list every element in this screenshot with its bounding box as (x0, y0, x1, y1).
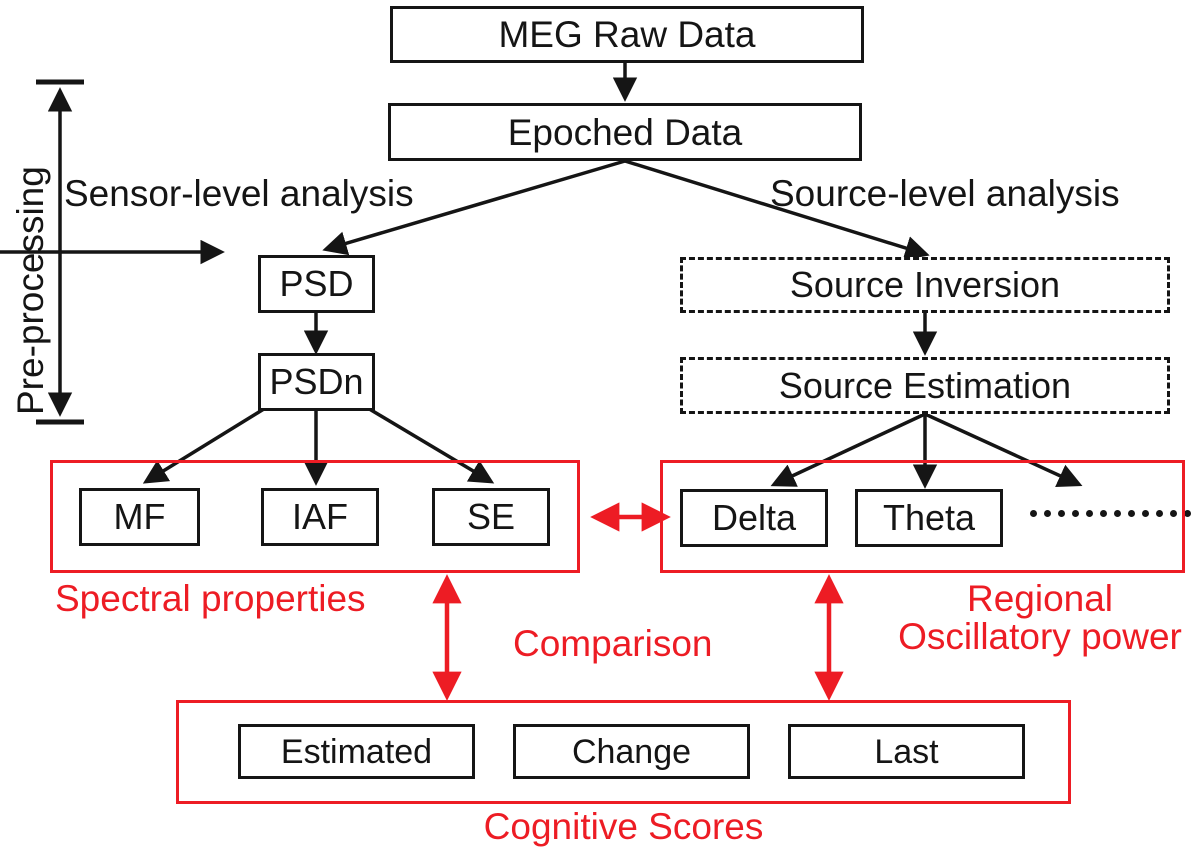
node-psdn[interactable]: PSDn (258, 353, 375, 411)
node-source-estimation[interactable]: Source Estimation (680, 357, 1170, 414)
node-epoched-data-label: Epoched Data (507, 111, 743, 153)
label-regional-line2: Oscillatory power (898, 615, 1182, 657)
node-psdn-label: PSDn (269, 361, 364, 402)
node-epoched-data[interactable]: Epoched Data (388, 103, 862, 161)
label-regional-line1: Regional (966, 578, 1114, 619)
label-spectral-properties-text: Spectral properties (55, 578, 366, 619)
label-source-level-analysis-text: Source-level analysis (770, 173, 1120, 214)
node-meg-raw-data[interactable]: MEG Raw Data (390, 6, 864, 63)
label-comparison-text: Comparison (513, 623, 713, 664)
label-sensor-level-analysis: Sensor-level analysis (64, 175, 414, 213)
label-comparison: Comparison (513, 625, 712, 663)
flowchart-diagram: MEG Raw Data Epoched Data PSD PSDn Sourc… (0, 0, 1200, 853)
node-source-inversion-label: Source Inversion (789, 264, 1061, 305)
node-source-estimation-label: Source Estimation (778, 364, 1072, 406)
label-cognitive-scores: Cognitive Scores (176, 808, 1071, 846)
group-regional-oscillatory-power (660, 460, 1185, 573)
node-meg-raw-data-label: MEG Raw Data (498, 14, 756, 55)
label-spectral-properties: Spectral properties (55, 580, 366, 618)
node-psd-label: PSD (279, 263, 354, 304)
node-psd[interactable]: PSD (258, 255, 375, 313)
label-cognitive-scores-text: Cognitive Scores (483, 806, 764, 847)
label-regional-oscillatory-power: Regional Oscillatory power (880, 580, 1200, 655)
label-source-level-analysis: Source-level analysis (770, 175, 1120, 213)
preprocessing-side-label: Pre-processing (10, 166, 51, 415)
group-cognitive-scores (176, 700, 1071, 804)
group-spectral-properties (50, 460, 580, 573)
label-sensor-level-analysis-text: Sensor-level analysis (64, 173, 414, 214)
node-source-inversion[interactable]: Source Inversion (680, 257, 1170, 313)
preprocessing-side-label-text: Pre-processing (10, 166, 51, 415)
